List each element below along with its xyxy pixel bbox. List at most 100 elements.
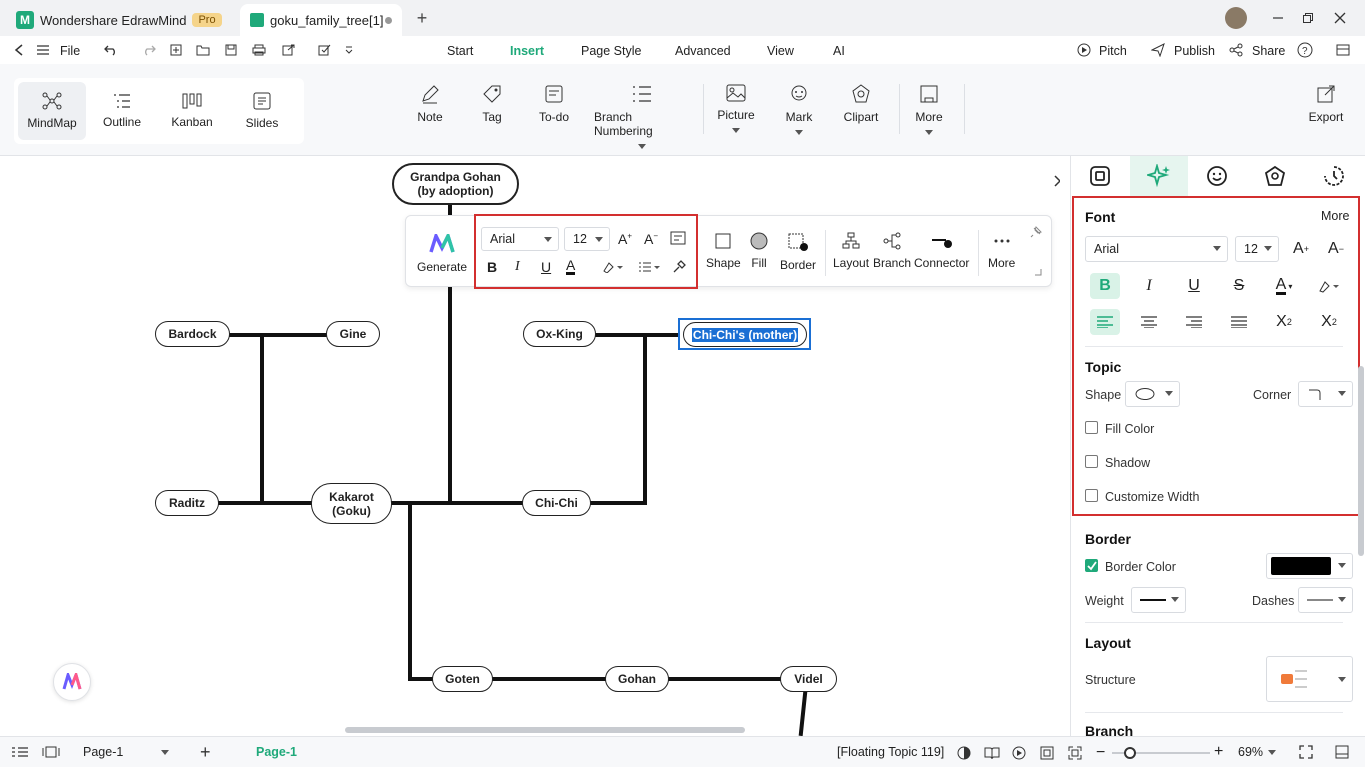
border-color-select[interactable]: [1266, 553, 1353, 579]
border-color-checkbox[interactable]: [1085, 559, 1098, 572]
panel-bold-icon[interactable]: B: [1090, 273, 1120, 299]
tab-page-format[interactable]: [1071, 156, 1129, 196]
share-icon[interactable]: [1227, 41, 1245, 59]
tab-style[interactable]: [1130, 156, 1188, 196]
redo-icon[interactable]: [140, 41, 158, 59]
page-select[interactable]: Page-1: [75, 741, 175, 763]
topic-shape-select[interactable]: [1125, 381, 1180, 407]
node-chi-chi[interactable]: Chi-Chi: [522, 490, 591, 516]
export-small-icon[interactable]: [280, 41, 298, 59]
tab-page-style[interactable]: Page Style: [581, 44, 641, 58]
dashes-select[interactable]: [1298, 587, 1353, 613]
justify-icon[interactable]: [1224, 309, 1254, 335]
publish-icon[interactable]: [1149, 41, 1167, 59]
generate-button[interactable]: Generate: [417, 234, 467, 274]
app-tab[interactable]: M Wondershare EdrawMind Pro: [6, 4, 232, 36]
zoom-slider[interactable]: [1112, 747, 1210, 759]
panel-highlight-icon[interactable]: [1314, 273, 1344, 299]
panel-italic-icon[interactable]: I: [1134, 273, 1164, 299]
theme-icon[interactable]: [957, 746, 971, 760]
mindmap-view-button[interactable]: MindMap: [18, 82, 86, 140]
panel-underline-icon[interactable]: U: [1179, 273, 1209, 299]
zoom-slider-thumb[interactable]: [1124, 747, 1136, 759]
zoom-level[interactable]: 69%: [1238, 745, 1263, 759]
hamburger-menu-icon[interactable]: [34, 41, 52, 59]
kanban-view-button[interactable]: Kanban: [158, 82, 226, 140]
panel-decrease-font-icon[interactable]: A −: [1321, 236, 1351, 262]
tab-clipart[interactable]: [1246, 156, 1304, 196]
page-view-icon[interactable]: [42, 746, 60, 758]
panel-font-size-select[interactable]: 12: [1235, 236, 1279, 262]
pitch-icon[interactable]: [1075, 41, 1093, 59]
node-kakarot[interactable]: Kakarot (Goku): [311, 483, 392, 524]
resize-handle-icon[interactable]: [1034, 268, 1042, 276]
weight-select[interactable]: [1131, 587, 1186, 613]
collapse-ribbon-icon[interactable]: [1334, 41, 1352, 59]
tab-advanced[interactable]: Advanced: [675, 44, 731, 58]
slides-view-button[interactable]: Slides: [228, 82, 296, 140]
restore-icon[interactable]: [1298, 8, 1318, 28]
open-folder-icon[interactable]: [194, 41, 212, 59]
outline-view-button[interactable]: Outline: [88, 82, 156, 140]
task-icon[interactable]: [316, 41, 334, 59]
node-gine[interactable]: Gine: [326, 321, 380, 347]
pitch-button[interactable]: Pitch: [1099, 44, 1127, 58]
node-raditz[interactable]: Raditz: [155, 490, 219, 516]
fullscreen-icon[interactable]: [1299, 745, 1313, 759]
fill-color-checkbox[interactable]: [1085, 421, 1098, 434]
fill-button[interactable]: Fill: [750, 232, 768, 270]
document-tab[interactable]: goku_family_tree[1]: [240, 4, 402, 36]
tag-button[interactable]: Tag: [480, 84, 504, 124]
layout-button[interactable]: Layout: [833, 232, 869, 270]
zoom-in-icon[interactable]: +: [1214, 743, 1223, 761]
node-videl[interactable]: Videl: [780, 666, 837, 692]
pin-icon[interactable]: [1030, 226, 1042, 238]
node-grandpa-gohan[interactable]: Grandpa Gohan (by adoption): [392, 163, 519, 205]
add-page-icon[interactable]: +: [200, 742, 211, 763]
font-more-link[interactable]: More: [1321, 209, 1349, 223]
align-right-icon[interactable]: [1179, 309, 1209, 335]
branch-numbering-button[interactable]: Branch Numbering: [594, 84, 690, 149]
back-icon[interactable]: [10, 41, 28, 59]
mark-button[interactable]: Mark: [785, 84, 813, 135]
clipart-button[interactable]: Clipart: [843, 84, 879, 124]
book-icon[interactable]: [984, 746, 1000, 760]
todo-button[interactable]: To-do: [538, 84, 570, 124]
branch-button[interactable]: Branch: [873, 232, 911, 270]
play-icon[interactable]: [1012, 746, 1026, 760]
panel-font-family-select[interactable]: Arial: [1085, 236, 1228, 262]
panel-scrollbar[interactable]: [1358, 366, 1364, 556]
tab-start[interactable]: Start: [447, 44, 473, 58]
publish-button[interactable]: Publish: [1174, 44, 1215, 58]
horizontal-scrollbar[interactable]: [345, 727, 745, 733]
node-goten[interactable]: Goten: [432, 666, 493, 692]
more-button[interactable]: More: [914, 84, 944, 135]
tab-view[interactable]: View: [767, 44, 794, 58]
fullscreen-fit-icon[interactable]: [1068, 746, 1082, 760]
save-icon[interactable]: [222, 41, 240, 59]
picture-button[interactable]: Picture: [717, 84, 755, 133]
tab-ai[interactable]: AI: [833, 44, 845, 58]
zoom-caret-icon[interactable]: [1268, 750, 1276, 755]
undo-icon[interactable]: [102, 41, 120, 59]
zoom-out-icon[interactable]: −: [1096, 744, 1105, 762]
collapse-panel-icon[interactable]: [1335, 745, 1349, 759]
export-button[interactable]: Export: [1308, 84, 1344, 124]
connector-button[interactable]: Connector: [914, 232, 969, 270]
note-button[interactable]: Note: [416, 84, 444, 124]
subscript-icon[interactable]: X2: [1314, 309, 1344, 335]
corner-select[interactable]: [1298, 381, 1353, 407]
ai-assistant-button[interactable]: [53, 663, 91, 701]
tab-mark[interactable]: [1188, 156, 1246, 196]
superscript-icon[interactable]: X2: [1269, 309, 1299, 335]
fit-page-icon[interactable]: [1040, 746, 1054, 760]
shape-button[interactable]: Shape: [706, 232, 741, 270]
node-gohan[interactable]: Gohan: [605, 666, 669, 692]
minimize-icon[interactable]: [1268, 8, 1288, 28]
customize-width-checkbox[interactable]: [1085, 489, 1098, 502]
structure-select[interactable]: [1266, 656, 1353, 702]
new-file-icon[interactable]: [167, 41, 185, 59]
border-button[interactable]: Border: [780, 232, 816, 272]
node-bardock[interactable]: Bardock: [155, 321, 230, 347]
customize-toolbar-icon[interactable]: [340, 41, 358, 59]
